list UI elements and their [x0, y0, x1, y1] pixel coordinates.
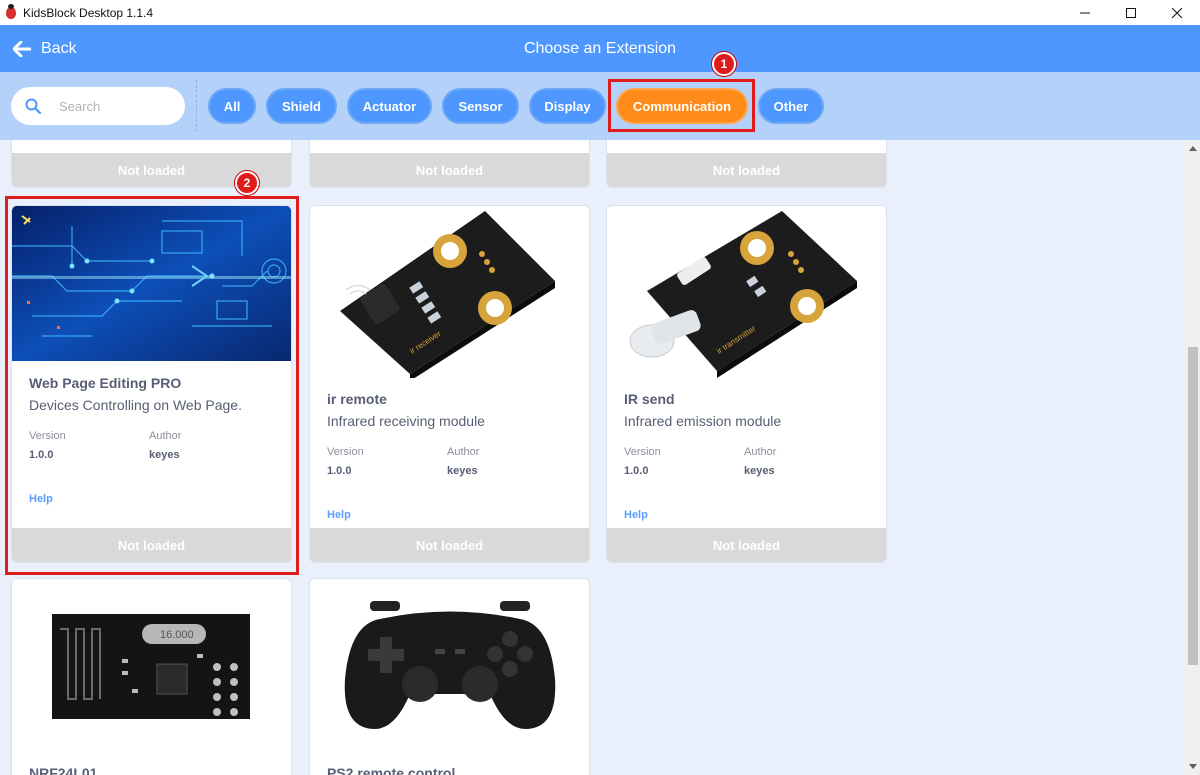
card-body: ir remote Infrared receiving module Vers…: [310, 378, 589, 521]
version-value: 1.0.0: [327, 465, 352, 477]
extension-name: ir remote: [327, 391, 387, 407]
window-controls: [1062, 0, 1200, 25]
extension-card-partial[interactable]: Not loaded: [309, 140, 590, 188]
ir-transmitter-module-image: ir transmitter: [607, 206, 886, 378]
extension-name: IR send: [624, 391, 675, 407]
author-label: Author: [447, 446, 480, 458]
extension-card-ps2-remote[interactable]: PS2 remote control: [309, 578, 590, 775]
help-link[interactable]: Help: [624, 509, 869, 521]
version-label: Version: [327, 446, 364, 458]
filter-bar: All Shield Actuator Sensor Display Commu…: [0, 72, 1200, 140]
window-title: KidsBlock Desktop 1.1.4: [23, 5, 154, 20]
tag-shield[interactable]: Shield: [266, 88, 337, 124]
minimize-icon: [1080, 12, 1090, 13]
extension-meta: Version 1.0.0 Author keyes: [327, 446, 572, 477]
tag-sensor[interactable]: Sensor: [442, 88, 519, 124]
load-status: Not loaded: [310, 153, 589, 187]
scroll-up-arrow-icon[interactable]: [1189, 146, 1197, 151]
extension-card-nrf24l01[interactable]: 16.000 NRF24L01: [11, 578, 292, 775]
card-body: IR send Infrared emission module Version…: [607, 378, 886, 521]
extension-card-ir-send[interactable]: ir transmitter IR send Infrared emission…: [606, 205, 887, 563]
author-value: keyes: [447, 465, 478, 477]
minimize-button[interactable]: [1062, 0, 1108, 25]
card-body: PS2 remote control: [310, 751, 589, 775]
version-label: Version: [624, 446, 661, 458]
extension-name: NRF24L01: [29, 765, 98, 775]
ladybug-app-icon: [6, 3, 16, 19]
scrollbar-thumb[interactable]: [1188, 347, 1198, 665]
maximize-button[interactable]: [1108, 0, 1154, 25]
extension-card-partial[interactable]: Not loaded: [606, 140, 887, 188]
extension-meta: Version 1.0.0 Author keyes: [624, 446, 869, 477]
search-icon: [25, 98, 41, 114]
page-title: Choose an Extension: [523, 40, 677, 57]
tag-all[interactable]: All: [208, 88, 256, 124]
help-link[interactable]: Help: [327, 509, 572, 521]
tag-actuator[interactable]: Actuator: [347, 88, 432, 124]
load-status: Not loaded: [607, 528, 886, 562]
scroll-down-arrow-icon[interactable]: [1189, 764, 1197, 769]
annotation-badge: 2: [235, 171, 259, 195]
extension-description: Infrared receiving module: [327, 413, 485, 429]
extension-name: PS2 remote control: [327, 765, 456, 775]
tag-display[interactable]: Display: [529, 88, 606, 124]
ir-receiver-module-image: ir receiver: [310, 206, 589, 378]
annotation-badge: 1: [712, 52, 736, 76]
close-icon: [1172, 7, 1182, 18]
extension-header: Back Choose an Extension: [0, 25, 1200, 72]
author-value: keyes: [744, 465, 775, 477]
version-value: 1.0.0: [624, 465, 649, 477]
close-button[interactable]: [1154, 0, 1200, 25]
load-status: Not loaded: [607, 153, 886, 187]
author-label: Author: [744, 446, 777, 458]
maximize-icon: [1126, 7, 1136, 18]
annotation-box-communication: [608, 79, 755, 132]
svg-text:16.000: 16.000: [160, 629, 194, 641]
nrf24l01-module-image: 16.000: [12, 579, 291, 751]
extension-card-ir-remote[interactable]: ir receiver ir remote Infrared receiving…: [309, 205, 590, 563]
vertical-scrollbar[interactable]: [1186, 140, 1200, 775]
card-body: NRF24L01: [12, 751, 291, 775]
annotation-box-card: [5, 196, 299, 575]
search-input[interactable]: [59, 98, 169, 114]
extension-description: Infrared emission module: [624, 413, 782, 429]
ps2-gamepad-image: [310, 579, 589, 751]
search-box: [11, 87, 185, 125]
window-title-bar: KidsBlock Desktop 1.1.4: [0, 0, 1200, 25]
tag-other[interactable]: Other: [758, 88, 824, 124]
filter-divider: [196, 80, 197, 132]
load-status: Not loaded: [310, 528, 589, 562]
